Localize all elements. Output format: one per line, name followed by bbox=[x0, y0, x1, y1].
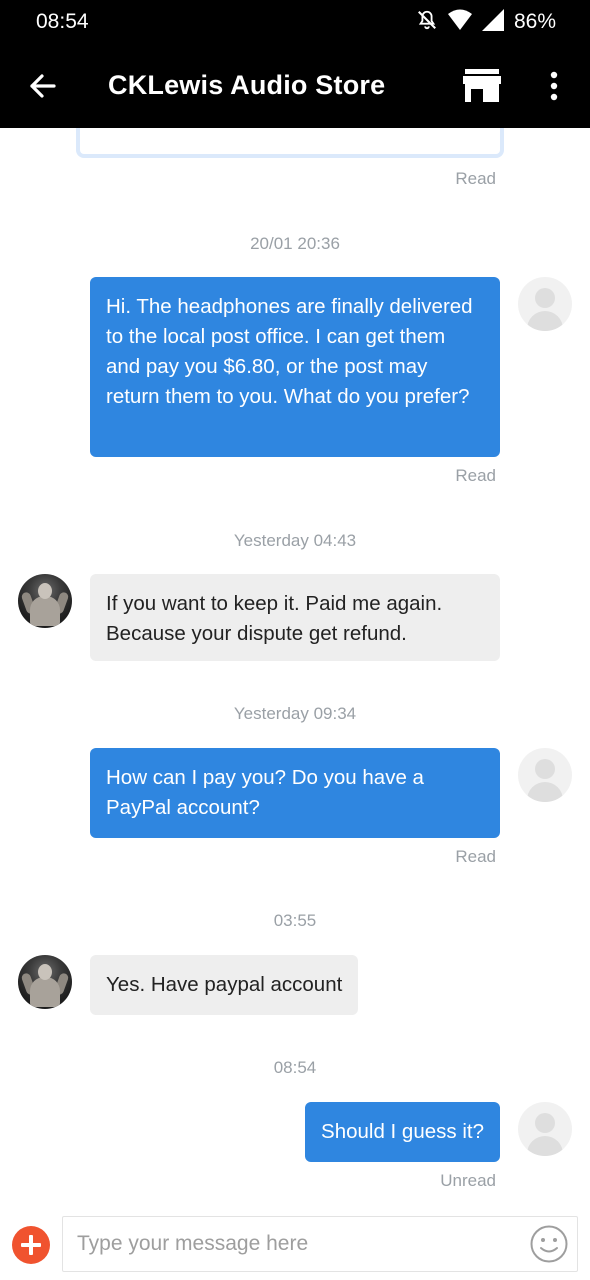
message-timestamp: 08:54 bbox=[273, 1058, 317, 1077]
status-time: 08:54 bbox=[36, 10, 89, 33]
read-status: Read bbox=[455, 847, 496, 866]
emoji-button[interactable] bbox=[529, 1224, 569, 1264]
incoming-message[interactable]: If you want to keep it. Paid me again. B… bbox=[90, 574, 500, 661]
signal-icon bbox=[481, 8, 504, 36]
message-timestamp: Yesterday 09:34 bbox=[233, 704, 357, 723]
status-bar: 08:54 86% bbox=[0, 0, 590, 44]
more-options-button[interactable] bbox=[540, 68, 568, 104]
product-card[interactable] bbox=[76, 128, 504, 158]
app-bar: CKLewis Audio Store bbox=[0, 44, 590, 128]
chat-area[interactable]: Read 20/01 20:36 Hi. The headphones are … bbox=[0, 128, 590, 1210]
avatar[interactable] bbox=[18, 574, 72, 628]
back-button[interactable] bbox=[24, 68, 60, 104]
avatar bbox=[518, 748, 572, 802]
read-status: Read bbox=[455, 466, 496, 485]
status-icons: 86% bbox=[416, 8, 556, 36]
message-timestamp: Yesterday 04:43 bbox=[233, 531, 357, 550]
back-arrow-icon bbox=[24, 74, 60, 108]
more-vert-icon bbox=[540, 71, 568, 108]
read-status: Unread bbox=[440, 1171, 496, 1190]
avatar[interactable] bbox=[18, 955, 72, 1009]
store-button[interactable] bbox=[462, 68, 502, 104]
avatar bbox=[518, 1102, 572, 1156]
outgoing-message[interactable]: Hi. The headphones are finally delivered… bbox=[90, 277, 500, 457]
add-attachment-button[interactable] bbox=[12, 1226, 50, 1264]
smiley-icon bbox=[529, 1225, 569, 1268]
bell-off-icon bbox=[416, 9, 438, 36]
incoming-message[interactable]: Yes. Have paypal account bbox=[90, 955, 359, 1015]
outgoing-message[interactable]: How can I pay you? Do you have a PayPal … bbox=[90, 748, 500, 838]
store-icon bbox=[462, 69, 502, 108]
avatar bbox=[518, 277, 572, 331]
read-status: Read bbox=[455, 169, 496, 188]
message-composer bbox=[0, 1210, 590, 1280]
outgoing-message[interactable]: Should I guess it? bbox=[305, 1102, 500, 1162]
message-timestamp: 03:55 bbox=[273, 911, 317, 930]
wifi-icon bbox=[447, 9, 472, 36]
message-input[interactable] bbox=[62, 1216, 578, 1272]
battery-level: 86% bbox=[513, 10, 556, 33]
message-timestamp: 20/01 20:36 bbox=[250, 234, 340, 253]
page-title: CKLewis Audio Store bbox=[108, 70, 386, 100]
